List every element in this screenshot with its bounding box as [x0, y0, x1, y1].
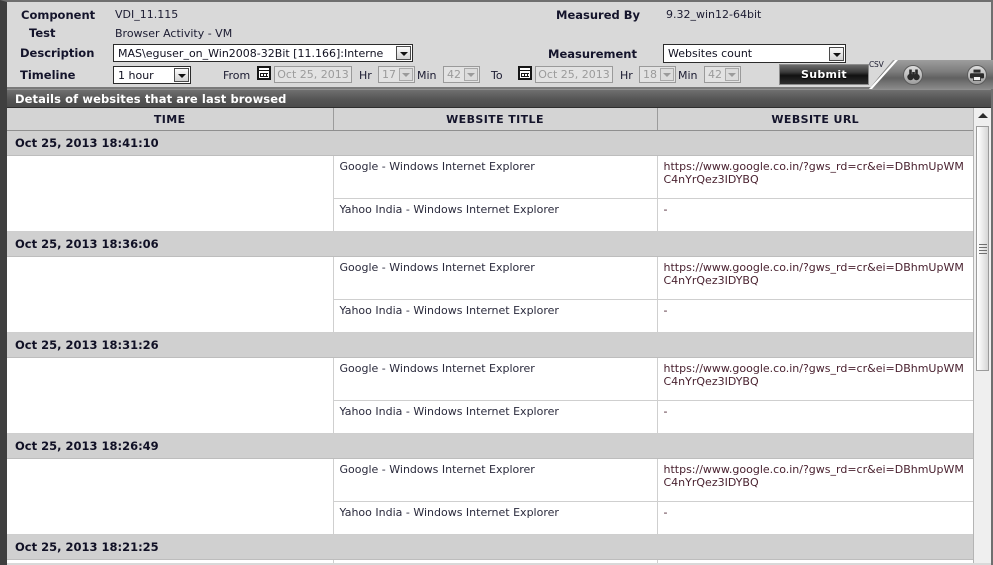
- column-header-website-url[interactable]: WEBSITE URL: [657, 108, 973, 131]
- cell-website-title: Yahoo India - Windows Internet Explorer: [333, 501, 658, 535]
- chevron-down-icon[interactable]: [464, 68, 478, 81]
- scrollbar-thumb[interactable]: [976, 126, 989, 371]
- report-table-area: TIME WEBSITE TITLE WEBSITE URL Oct 25, 2…: [7, 108, 991, 563]
- description-label: Description: [20, 46, 95, 60]
- cell-website-url: https://www.google.co.in/?gws_rd=cr&ei=D…: [657, 357, 973, 401]
- cell-website-title: Google - Windows Internet Explorer: [333, 155, 658, 199]
- component-value: VDI_11.115: [115, 8, 179, 21]
- to-minute-label: Min: [678, 69, 698, 82]
- from-label: From: [223, 69, 251, 82]
- timeline-select-value: 1 hour: [118, 68, 154, 82]
- cell-website-title: Google - Windows Internet Explorer: [333, 458, 658, 502]
- to-hour-select[interactable]: 18: [639, 66, 676, 83]
- cell-website-url: -: [657, 400, 973, 434]
- cell-website-title: Google - Windows Internet Explorer: [333, 357, 658, 401]
- group-time-row: Oct 25, 2013 18:26:49: [7, 433, 973, 459]
- column-header-time[interactable]: TIME: [7, 108, 334, 131]
- cell-website-url: -: [657, 198, 973, 232]
- cell-time: [7, 357, 334, 434]
- from-hour-select[interactable]: 17: [378, 66, 415, 83]
- cell-website-title: Google - Windows Internet Explorer: [333, 559, 658, 563]
- test-label: Test: [29, 26, 56, 40]
- calendar-icon[interactable]: [257, 66, 271, 80]
- table-row[interactable]: Google - Windows Internet Explorerhttps:…: [7, 559, 973, 563]
- cell-time: [7, 458, 334, 535]
- timeline-select[interactable]: 1 hour: [113, 66, 191, 84]
- description-select[interactable]: MAS\eguser_on_Win2008-32Bit [11.166]:Int…: [113, 44, 413, 62]
- cell-website-title: Yahoo India - Windows Internet Explorer: [333, 400, 658, 434]
- scrollbar-grip: [979, 243, 987, 254]
- to-date-input[interactable]: Oct 25, 2013: [535, 66, 613, 83]
- chevron-down-icon[interactable]: [174, 68, 189, 82]
- component-label: Component: [21, 8, 96, 22]
- calendar-icon[interactable]: [518, 66, 532, 80]
- chevron-down-icon[interactable]: [399, 68, 413, 81]
- chevron-down-icon[interactable]: [660, 68, 674, 81]
- cell-website-url: https://www.google.co.in/?gws_rd=cr&ei=D…: [657, 256, 973, 300]
- cell-website-url: -: [657, 501, 973, 535]
- group-time-value: Oct 25, 2013 18:36:06: [7, 231, 973, 257]
- from-minute-value: 42: [447, 68, 461, 81]
- binoculars-icon[interactable]: [903, 65, 923, 85]
- description-select-value: MAS\eguser_on_Win2008-32Bit [11.166]:Int…: [118, 46, 384, 60]
- group-time-value: Oct 25, 2013 18:26:49: [7, 433, 973, 459]
- websites-table: TIME WEBSITE TITLE WEBSITE URL Oct 25, 2…: [7, 108, 973, 563]
- chevron-down-icon[interactable]: [396, 46, 411, 60]
- from-date-input[interactable]: Oct 25, 2013: [274, 66, 352, 83]
- cell-website-title: Yahoo India - Windows Internet Explorer: [333, 198, 658, 232]
- group-time-row: Oct 25, 2013 18:36:06: [7, 231, 973, 257]
- cell-website-url: https://www.google.co.in/?gws_rd=cr&ei=D…: [657, 155, 973, 199]
- report-scrollport: TIME WEBSITE TITLE WEBSITE URL Oct 25, 2…: [7, 108, 973, 563]
- measured-by-value: 9.32_win12-64bit: [666, 8, 762, 21]
- measurement-select[interactable]: Websites count: [663, 44, 846, 63]
- scroll-up-icon[interactable]: [975, 108, 990, 123]
- report-window: Component VDI_11.115 Test Browser Activi…: [0, 0, 993, 565]
- chevron-down-icon[interactable]: [829, 46, 844, 61]
- table-row[interactable]: Google - Windows Internet Explorerhttps:…: [7, 458, 973, 535]
- submit-button[interactable]: Submit: [779, 64, 869, 85]
- measurement-select-value: Websites count: [668, 47, 753, 60]
- report-title-bar: Details of websites that are last browse…: [7, 89, 991, 108]
- report-action-toolbar: CSV: [869, 60, 993, 89]
- group-time-row: Oct 25, 2013 18:41:10: [7, 130, 973, 156]
- cell-website-title: Google - Windows Internet Explorer: [333, 256, 658, 300]
- cell-website-url: https://www.google.co.in/?gws_rd=cr&ei=D…: [657, 559, 973, 563]
- table-row[interactable]: Google - Windows Internet Explorerhttps:…: [7, 256, 973, 333]
- column-header-website-title[interactable]: WEBSITE TITLE: [333, 108, 658, 131]
- vertical-scrollbar[interactable]: [973, 108, 991, 563]
- from-minute-label: Min: [417, 69, 437, 82]
- table-body: Oct 25, 2013 18:41:10 Google - Windows I…: [7, 130, 973, 563]
- measurement-label: Measurement: [548, 47, 637, 61]
- to-hour-value: 18: [643, 68, 657, 81]
- group-time-value: Oct 25, 2013 18:21:25: [7, 534, 973, 560]
- from-minute-select[interactable]: 42: [443, 66, 480, 83]
- group-time-row: Oct 25, 2013 18:21:25: [7, 534, 973, 560]
- to-hour-label: Hr: [620, 69, 633, 82]
- to-minute-select[interactable]: 42: [704, 66, 741, 83]
- cell-time: [7, 559, 334, 563]
- cell-website-url: -: [657, 299, 973, 333]
- table-header-row: TIME WEBSITE TITLE WEBSITE URL: [7, 108, 973, 131]
- group-time-row: Oct 25, 2013 18:31:26: [7, 332, 973, 358]
- group-time-value: Oct 25, 2013 18:31:26: [7, 332, 973, 358]
- timeline-label: Timeline: [20, 68, 76, 82]
- cell-time: [7, 256, 334, 333]
- to-minute-value: 42: [708, 68, 722, 81]
- to-label: To: [491, 69, 503, 82]
- table-row[interactable]: Google - Windows Internet Explorerhttps:…: [7, 357, 973, 434]
- test-value: Browser Activity - VM: [115, 27, 233, 40]
- cell-time: [7, 155, 334, 232]
- from-hour-value: 17: [382, 68, 396, 81]
- cell-website-url: https://www.google.co.in/?gws_rd=cr&ei=D…: [657, 458, 973, 502]
- filter-panel: Component VDI_11.115 Test Browser Activi…: [7, 2, 993, 89]
- group-time-value: Oct 25, 2013 18:41:10: [7, 130, 973, 156]
- table-row[interactable]: Google - Windows Internet Explorerhttps:…: [7, 155, 973, 232]
- printer-icon[interactable]: [967, 65, 987, 85]
- measured-by-label: Measured By: [556, 8, 641, 22]
- chevron-down-icon[interactable]: [725, 68, 739, 81]
- from-hour-label: Hr: [359, 69, 372, 82]
- cell-website-title: Yahoo India - Windows Internet Explorer: [333, 299, 658, 333]
